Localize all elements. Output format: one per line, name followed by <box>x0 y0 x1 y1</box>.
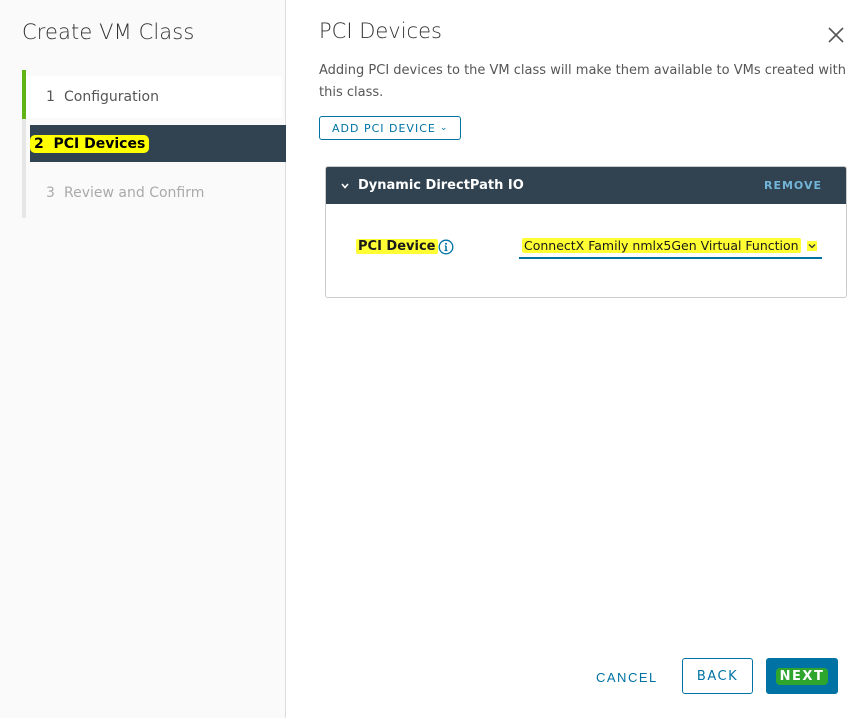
add-pci-device-label: ADD PCI DEVICE <box>332 121 436 135</box>
info-icon[interactable] <box>438 239 454 255</box>
close-button[interactable] <box>826 25 846 45</box>
step-configuration[interactable]: 1 Configuration <box>26 76 282 118</box>
wizard-sidebar: Create VM Class 1 Configuration 2 PCI De… <box>0 0 286 718</box>
pci-device-select[interactable]: ConnectX Family nmlx5Gen Virtual Functio… <box>519 234 822 259</box>
main-content: PCI Devices Adding PCI devices to the VM… <box>286 0 862 718</box>
page-title: PCI Devices <box>319 19 442 43</box>
chevron-down-icon[interactable] <box>340 181 350 191</box>
panel-title: Dynamic DirectPath IO <box>358 178 524 193</box>
page-description: Adding PCI devices to the VM class will … <box>319 63 846 100</box>
step-active-highlight: 2 PCI Devices <box>30 134 150 153</box>
cancel-button[interactable]: CANCEL <box>596 666 658 688</box>
step-pci-devices[interactable]: 2 PCI Devices <box>30 125 286 162</box>
step-number: 3 <box>46 185 55 201</box>
next-label: NEXT <box>775 667 829 685</box>
remove-button[interactable]: REMOVE <box>764 179 822 192</box>
back-button[interactable]: BACK <box>682 658 753 694</box>
label-highlight: PCI Device <box>356 239 438 254</box>
pci-device-panel: Dynamic DirectPath IO REMOVE PCI Device … <box>325 166 847 298</box>
step-label: Review and Confirm <box>64 185 205 201</box>
step-label: PCI Devices <box>53 135 146 152</box>
add-pci-device-button[interactable]: ADD PCI DEVICE ⌄ <box>319 116 462 140</box>
chevron-down-icon: ⌄ <box>439 123 449 133</box>
back-label: BACK <box>696 668 739 684</box>
step-number: 2 <box>34 135 44 152</box>
chevron-down-icon <box>806 240 817 251</box>
pci-device-label: PCI Device <box>356 239 438 254</box>
step-number: 1 <box>46 89 55 105</box>
step-review-confirm: 3 Review and Confirm <box>26 174 204 212</box>
wizard-title: Create VM Class <box>22 20 195 44</box>
panel-header[interactable]: Dynamic DirectPath IO REMOVE <box>326 167 846 204</box>
next-button[interactable]: NEXT <box>766 658 838 694</box>
close-icon <box>828 27 844 43</box>
step-label: Configuration <box>64 89 159 105</box>
pci-device-selected-value: ConnectX Family nmlx5Gen Virtual Functio… <box>522 238 801 253</box>
